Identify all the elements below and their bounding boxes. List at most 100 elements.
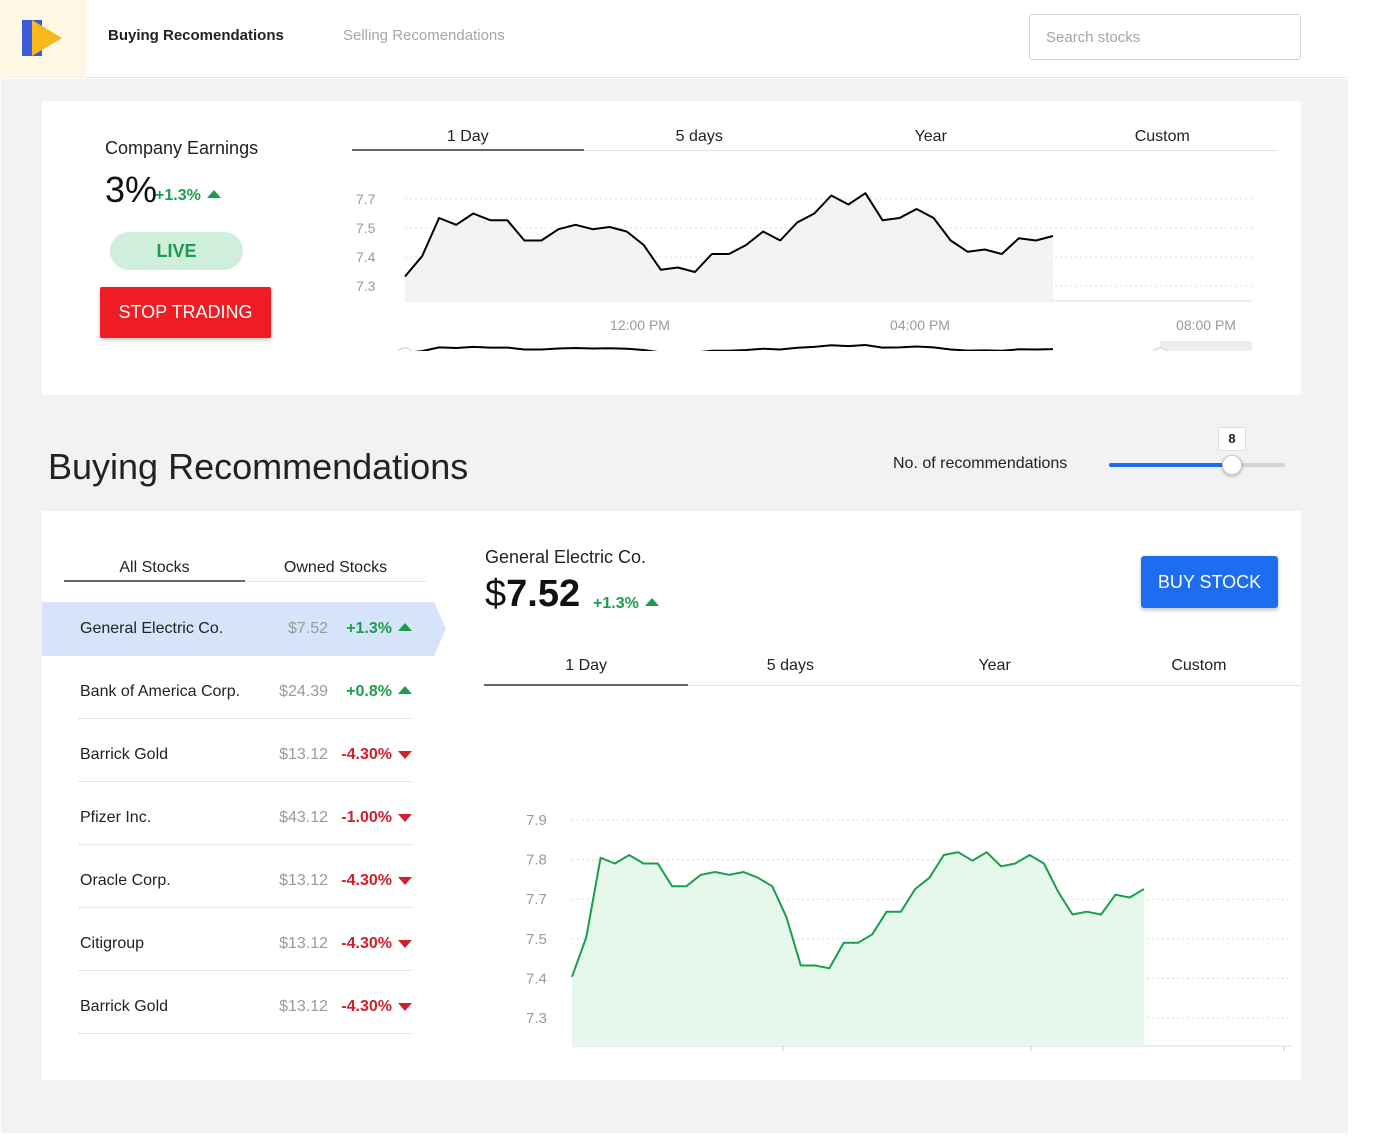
- stock-list-tabs: All Stocks Owned Stocks: [64, 559, 426, 582]
- stock-change-text: -4.30%: [341, 872, 392, 889]
- y-tick-label: 7.5: [526, 931, 547, 948]
- stock-name: Bank of America Corp.: [80, 683, 241, 700]
- top-chart-tabs: 1 Day 5 days Year Custom: [352, 127, 1278, 151]
- x-tick-label: 08:00 PM: [1176, 317, 1236, 333]
- live-badge: LIVE: [110, 232, 243, 270]
- recommendations-count-label: No. of recommendations: [893, 455, 1068, 472]
- earnings-title: Company Earnings: [105, 138, 259, 158]
- y-tick-label: 7.4: [526, 970, 547, 987]
- recommendations-card: All Stocks Owned Stocks General Electric…: [42, 511, 1301, 1080]
- recommendations-slider[interactable]: 8: [1109, 424, 1285, 475]
- stock-row[interactable]: Citigroup $13.12 -4.30%: [42, 917, 446, 971]
- stock-price: $43.12: [279, 809, 328, 826]
- x-tick-label: 04:00 PM: [890, 317, 950, 333]
- tab-year[interactable]: Year: [893, 656, 1097, 685]
- earnings-change: +1.3%: [155, 187, 221, 205]
- row-divider: [79, 844, 412, 845]
- stock-change-text: +0.8%: [346, 683, 392, 700]
- tab-year[interactable]: Year: [815, 127, 1047, 150]
- stock-name: Citigroup: [80, 935, 145, 952]
- row-divider: [79, 970, 412, 971]
- arrow-up-icon: [398, 686, 412, 694]
- stock-price: $7.52: [287, 620, 328, 637]
- stock-name: Barrick Gold: [80, 998, 169, 1015]
- arrow-down-icon: [398, 814, 412, 822]
- earnings-change-text: +1.3%: [155, 187, 201, 204]
- stock-change: -1.00%: [341, 809, 412, 827]
- stock-price-chart: 7.97.87.77.57.47.312:00 PM04:00 PM08:00 …: [526, 812, 1292, 1051]
- earnings-card: Company Earnings 3% +1.3% LIVE STOP TRAD…: [42, 101, 1301, 395]
- y-tick-label: 7.5: [356, 220, 376, 236]
- y-tick-label: 7.3: [526, 1010, 547, 1027]
- stock-row[interactable]: Pfizer Inc. $43.12 -1.00%: [42, 791, 446, 845]
- arrow-down-icon: [398, 1003, 412, 1011]
- stock-change: -4.30%: [341, 872, 412, 890]
- stop-trading-button[interactable]: STOP TRADING: [100, 287, 271, 338]
- stock-row[interactable]: Oracle Corp. $13.12 -4.30%: [42, 854, 446, 908]
- tab-1-day[interactable]: 1 Day: [484, 656, 689, 686]
- row-divider: [79, 907, 412, 908]
- y-tick-label: 7.9: [526, 812, 547, 829]
- stock-price: $13.12: [279, 872, 328, 889]
- nav-tab-selling[interactable]: Selling Recomendations: [343, 27, 505, 44]
- tab-owned-stocks[interactable]: Owned Stocks: [245, 559, 426, 581]
- stock-row[interactable]: Bank of America Corp. $24.39 +0.8%: [42, 665, 446, 719]
- x-tick-label: 12:00 PM: [610, 317, 670, 333]
- stock-change-text: -4.30%: [341, 746, 392, 763]
- arrow-up-icon: [644, 598, 659, 606]
- tab-5-days[interactable]: 5 days: [584, 127, 816, 150]
- stock-name: Barrick Gold: [80, 746, 169, 763]
- stock-price: $13.12: [279, 746, 328, 763]
- tab-1-day[interactable]: 1 Day: [352, 127, 584, 151]
- search-input[interactable]: [1029, 14, 1301, 60]
- stock-name: General Electric Co.: [80, 620, 224, 637]
- y-tick-label: 7.7: [526, 891, 547, 908]
- detail-currency: $: [485, 573, 507, 615]
- arrow-down-icon: [398, 877, 412, 885]
- detail-stock-price: $7.52: [485, 573, 580, 616]
- stock-change-text: -1.00%: [341, 809, 392, 826]
- earnings-chart: 7.7 7.5 7.4 7.3 12:00 PM 04:00 PM 08:00 PM: [356, 191, 1252, 351]
- slider-fill: [1109, 463, 1232, 467]
- tab-5-days[interactable]: 5 days: [688, 656, 892, 685]
- stock-name: Pfizer Inc.: [80, 809, 152, 826]
- tab-all-stocks[interactable]: All Stocks: [64, 559, 245, 582]
- series-area: [572, 852, 1144, 1046]
- range-unselected-area: [1160, 341, 1252, 351]
- stock-change: +0.8%: [346, 683, 412, 701]
- stock-row[interactable]: Barrick Gold $13.12 -4.30%: [42, 728, 446, 782]
- tab-custom[interactable]: Custom: [1097, 656, 1301, 685]
- arrow-up-icon: [398, 623, 412, 631]
- stock-row[interactable]: Barrick Gold $13.12 -4.30%: [42, 980, 446, 1034]
- stock-price: $13.12: [279, 935, 328, 952]
- series-area: [405, 193, 1053, 301]
- logo-container[interactable]: [0, 0, 86, 78]
- arrow-up-icon: [206, 190, 221, 198]
- slider-thumb[interactable]: [1222, 455, 1242, 475]
- range-mini-line: [413, 343, 1054, 351]
- y-tick-label: 7.3: [356, 278, 376, 294]
- y-tick-label: 7.7: [356, 191, 376, 207]
- stock-name: Oracle Corp.: [80, 872, 171, 889]
- stock-change-text: +1.3%: [346, 620, 392, 637]
- range-handle[interactable]: [396, 347, 414, 351]
- play-logo-icon: [22, 20, 62, 56]
- stock-change-text: -4.30%: [341, 998, 392, 1015]
- row-divider: [79, 718, 412, 719]
- y-tick-label: 7.4: [356, 249, 376, 265]
- tab-custom[interactable]: Custom: [1047, 127, 1279, 150]
- row-divider: [79, 1033, 412, 1034]
- stock-row[interactable]: General Electric Co. $7.52 +1.3%: [42, 602, 446, 656]
- arrow-down-icon: [398, 940, 412, 948]
- earnings-value: 3%: [105, 169, 158, 210]
- main-content: Company Earnings 3% +1.3% LIVE STOP TRAD…: [1, 79, 1348, 1133]
- buy-stock-button[interactable]: BUY STOCK: [1141, 556, 1278, 608]
- y-tick-label: 7.8: [526, 852, 547, 869]
- stock-change: -4.30%: [341, 935, 412, 953]
- stock-price: $13.12: [279, 998, 328, 1015]
- detail-stock-change: +1.3%: [593, 595, 659, 613]
- stock-change: -4.30%: [341, 998, 412, 1016]
- nav-tab-buying[interactable]: Buying Recomendations: [108, 27, 284, 44]
- detail-price-amount: 7.52: [506, 573, 581, 615]
- row-divider: [79, 781, 412, 782]
